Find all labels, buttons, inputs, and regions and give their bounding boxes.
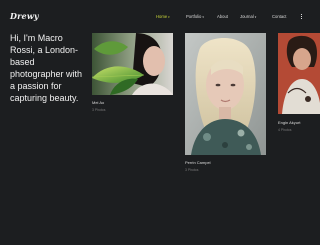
gallery-image[interactable] (278, 33, 320, 114)
portrait-photo (92, 33, 173, 95)
gallery-item-count: 4 Photos (278, 128, 292, 132)
nav-item-label: Journal (240, 14, 254, 19)
chevron-down-icon: ▾ (168, 15, 170, 19)
nav-item-label: Portfolio (186, 14, 202, 19)
main-nav: Home▾ Portfolio▾ About Journal▾ Contact (0, 14, 320, 24)
portrait-photo (185, 33, 266, 155)
nav-item-about[interactable]: About (217, 14, 228, 19)
nav-item-home[interactable]: Home▾ (156, 14, 170, 20)
nav-item-label: Home (156, 14, 168, 19)
gallery-item-title[interactable]: Mei Ao (92, 100, 104, 105)
nav-item-label: About (217, 14, 228, 19)
gallery-image[interactable] (185, 33, 266, 155)
nav-item-journal[interactable]: Journal▾ (240, 14, 256, 20)
nav-item-portfolio[interactable]: Portfolio▾ (186, 14, 204, 20)
gallery-item-count: 3 Photos (92, 108, 106, 112)
chevron-down-icon: ▾ (254, 15, 257, 19)
nav-item-contact[interactable]: Contact (272, 14, 286, 19)
gallery-image[interactable] (92, 33, 173, 95)
gallery-item-title[interactable]: Perrin Campel (185, 160, 211, 165)
gallery-item-title[interactable]: Engin Akyurt (278, 120, 300, 125)
gallery-item-count: 3 Photos (185, 168, 199, 172)
intro-text: Hi, I'm Macro Rossi, a London-based phot… (10, 33, 83, 103)
nav-item-label: Contact (272, 14, 287, 19)
portrait-photo (278, 33, 320, 114)
chevron-down-icon: ▾ (202, 15, 204, 19)
vertical-dots-icon[interactable] (301, 14, 303, 19)
page: Drewy Home▾ Portfolio▾ About Journal▾ Co… (0, 0, 320, 245)
